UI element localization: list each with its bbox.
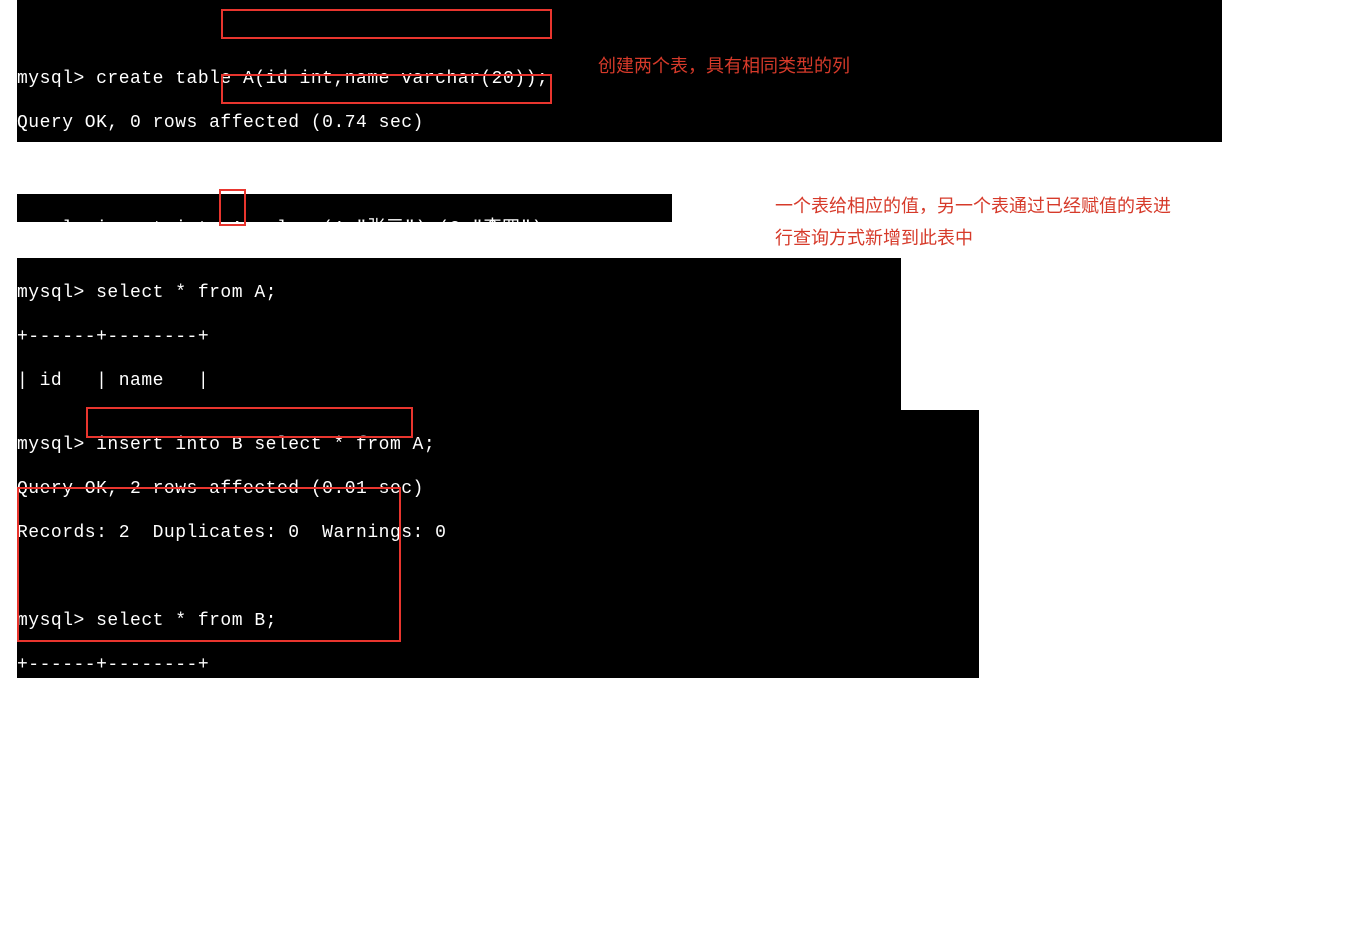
terminal-line: mysql> create table A(id int,name varcha… <box>17 69 548 89</box>
terminal-block-2: mysql> insert into A values(1,"张三"),(2,"… <box>17 194 672 222</box>
terminal-line: +------+--------+ <box>17 875 209 895</box>
terminal-line: | 2 | 李四 | <box>17 831 201 851</box>
terminal-line: mysql> select * from B; <box>17 611 277 631</box>
annotation-insert-explain-l1: 一个表给相应的值，另一个表通过已经赋值的表进 <box>775 190 1171 222</box>
terminal-block-4: mysql> insert into B select * from A; Qu… <box>17 410 979 678</box>
terminal-line: | 1 | 张三 | <box>17 787 201 807</box>
terminal-line: mysql> select * from A; <box>17 283 277 303</box>
terminal-line: mysql> insert into A values(1,"张三"),(2,"… <box>17 219 554 239</box>
terminal-line <box>17 25 740 45</box>
terminal-block-3: mysql> select * from A; +------+--------… <box>17 258 901 414</box>
terminal-line: mysql> insert into B select * from A; <box>17 435 435 455</box>
terminal-line: | id | name | <box>17 371 209 391</box>
terminal-line: +------+--------+ <box>17 743 209 763</box>
terminal-line: Query OK, 2 rows affected (0.01 sec) <box>17 479 424 499</box>
terminal-line: +------+--------+ <box>17 327 209 347</box>
terminal-line: Records: 2 Duplicates: 0 Warnings: 0 <box>17 523 446 543</box>
terminal-line: 2 rows in set (0.00 sec) <box>17 919 288 939</box>
annotation-create-tables: 创建两个表，具有相同类型的列 <box>598 50 850 82</box>
annotation-insert-explain-l2: 行查询方式新增到此表中 <box>775 222 973 254</box>
terminal-line: Query OK, 0 rows affected (0.74 sec) <box>17 113 424 133</box>
terminal-line: | id | name | <box>17 699 209 719</box>
terminal-line: +------+--------+ <box>17 655 209 675</box>
